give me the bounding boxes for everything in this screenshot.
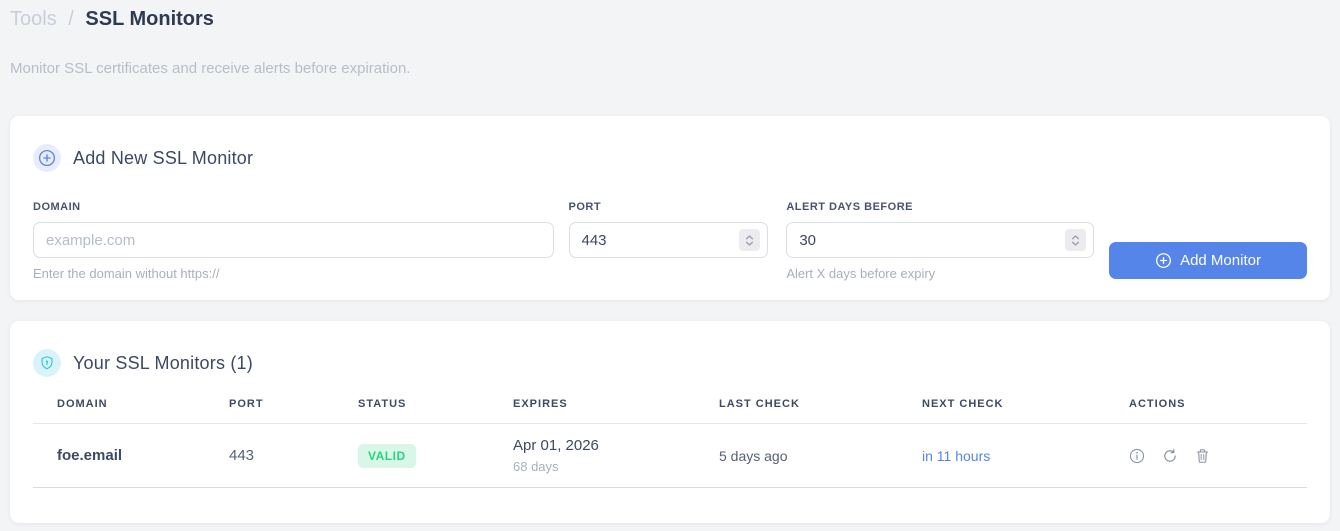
page-title: SSL Monitors <box>85 8 214 30</box>
page-subtitle: Monitor SSL certificates and receive ale… <box>10 60 411 77</box>
status-badge: VALID <box>358 443 416 468</box>
monitors-card-header: Your SSL Monitors (1) <box>33 349 1307 377</box>
plus-circle-icon <box>33 144 61 172</box>
monitor-last-check: 5 days ago <box>695 423 898 488</box>
trash-icon <box>1196 448 1209 463</box>
monitor-status-cell: VALID <box>334 423 489 488</box>
chevron-down-icon <box>1071 241 1080 246</box>
domain-field-group: DOMAIN Enter the domain without https:// <box>33 201 554 281</box>
submit-field-group: Add Monitor <box>1109 201 1308 279</box>
column-header-port: PORT <box>205 398 334 424</box>
refresh-button[interactable] <box>1162 448 1178 464</box>
monitor-domain: foe.email <box>33 423 205 488</box>
table-header-row: DOMAIN PORT STATUS EXPIRES LAST CHECK NE… <box>33 398 1307 424</box>
column-header-next-check: NEXT CHECK <box>898 398 1105 424</box>
chevron-up-icon <box>1071 234 1080 239</box>
monitors-card-title: Your SSL Monitors (1) <box>73 352 253 373</box>
add-monitor-form: DOMAIN Enter the domain without https://… <box>33 201 1308 281</box>
column-header-last-check: LAST CHECK <box>695 398 898 424</box>
column-header-domain: DOMAIN <box>33 398 205 424</box>
column-header-actions: ACTIONS <box>1105 398 1307 424</box>
monitor-actions-cell <box>1105 423 1307 488</box>
alert-days-label: ALERT DAYS BEFORE <box>786 201 913 213</box>
plus-circle-icon <box>1156 253 1172 268</box>
info-icon <box>1129 448 1145 463</box>
alert-days-field-group: ALERT DAYS BEFORE Alert X days before ex… <box>786 201 1095 281</box>
column-header-expires: EXPIRES <box>489 398 695 424</box>
alert-days-helper-text: Alert X days before expiry <box>786 266 936 281</box>
monitor-port: 443 <box>205 423 334 488</box>
breadcrumb: Tools / SSL Monitors <box>10 0 1330 31</box>
alert-days-input[interactable] <box>786 222 1095 258</box>
monitor-next-check: in 11 hours <box>898 423 1105 488</box>
monitors-card: Your SSL Monitors (1) DOMAIN PORT STATUS… <box>10 321 1330 523</box>
add-monitor-button-label: Add Monitor <box>1180 252 1261 269</box>
domain-input[interactable] <box>33 222 554 258</box>
alert-days-stepper[interactable] <box>1065 229 1087 251</box>
domain-label: DOMAIN <box>33 201 81 213</box>
add-monitor-card: Add New SSL Monitor DOMAIN Enter the dom… <box>10 116 1330 300</box>
info-button[interactable] <box>1129 448 1145 464</box>
table-row: foe.email 443 VALID Apr 01, 2026 68 days… <box>33 423 1307 488</box>
port-label: PORT <box>568 201 602 213</box>
column-header-status: STATUS <box>334 398 489 424</box>
domain-helper-text: Enter the domain without https:// <box>33 266 220 281</box>
breadcrumb-separator: / <box>68 8 74 30</box>
expires-date: Apr 01, 2026 <box>513 437 599 454</box>
breadcrumb-section[interactable]: Tools <box>10 8 57 30</box>
shield-icon <box>33 349 61 377</box>
delete-button[interactable] <box>1195 448 1210 464</box>
ssl-monitors-page: Tools / SSL Monitors Monitor SSL certifi… <box>0 0 1340 523</box>
port-field-group: PORT <box>568 201 769 258</box>
monitors-table: DOMAIN PORT STATUS EXPIRES LAST CHECK NE… <box>33 398 1307 488</box>
add-monitor-card-title: Add New SSL Monitor <box>73 147 254 168</box>
add-monitor-card-header: Add New SSL Monitor <box>33 144 1307 172</box>
expires-relative: 68 days <box>513 459 559 474</box>
monitor-expires-cell: Apr 01, 2026 68 days <box>489 423 695 488</box>
chevron-up-icon <box>746 234 754 239</box>
chevron-down-icon <box>746 241 754 246</box>
port-stepper[interactable] <box>739 229 761 251</box>
add-monitor-button[interactable]: Add Monitor <box>1109 242 1308 279</box>
refresh-icon <box>1164 448 1176 462</box>
